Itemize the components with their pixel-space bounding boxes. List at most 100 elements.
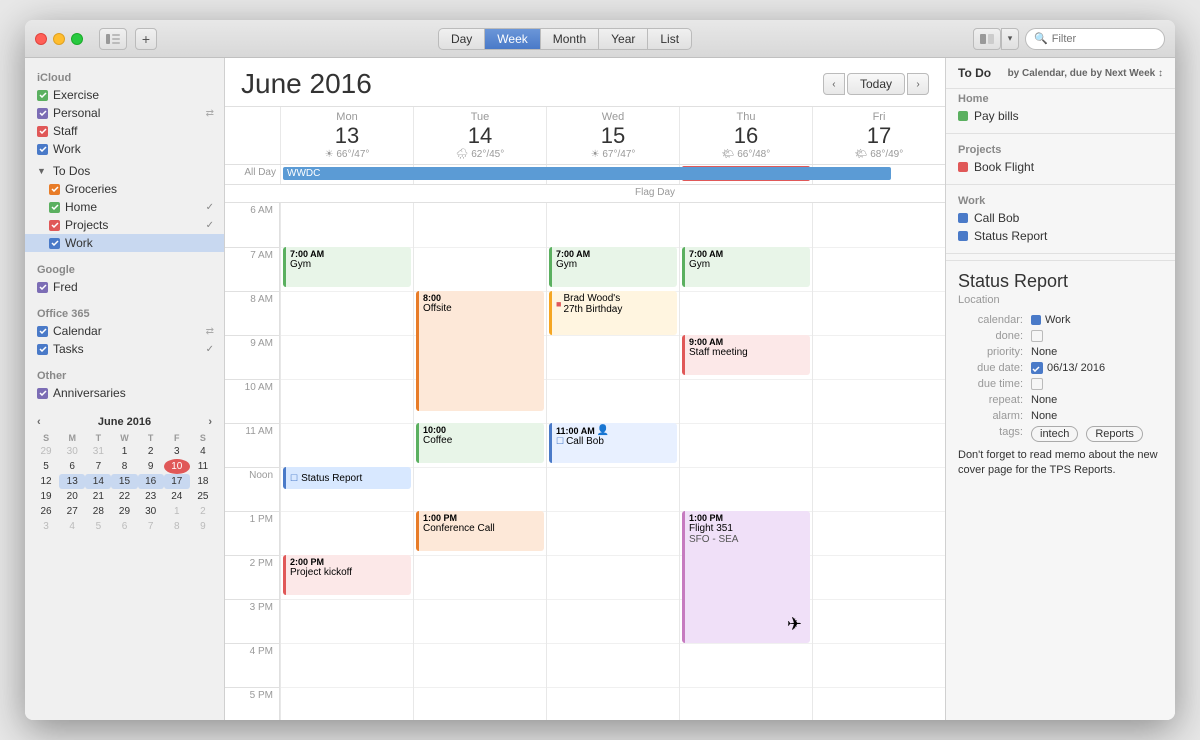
mini-cal-day[interactable]: 25	[190, 489, 216, 504]
wed-slot-noon[interactable]	[547, 467, 679, 511]
wed-slot-3pm[interactable]	[547, 599, 679, 643]
thu-staff-meeting-event[interactable]: 9:00 AM Staff meeting	[682, 335, 810, 375]
thu-slot-10am[interactable]	[680, 379, 812, 423]
sidebar-item-personal[interactable]: Personal ⇄	[25, 104, 224, 122]
sidebar-item-fred[interactable]: Fred	[25, 278, 224, 296]
dropdown-button[interactable]: ▾	[1001, 28, 1019, 50]
month-view-button[interactable]: Month	[541, 29, 599, 49]
mini-cal-day[interactable]: 17	[164, 474, 190, 489]
sidebar-item-work-icloud[interactable]: Work	[25, 140, 224, 158]
mini-cal-day[interactable]: 1	[164, 504, 190, 519]
todo-item-status-report[interactable]: Status Report	[958, 227, 1163, 245]
mini-cal-next-button[interactable]: ›	[204, 416, 216, 428]
filter-box[interactable]: 🔍	[1025, 28, 1165, 50]
thu-slot-8am[interactable]	[680, 291, 812, 335]
mon-slot-11am[interactable]	[281, 423, 413, 467]
split-view-button[interactable]	[973, 28, 1001, 50]
mini-cal-day[interactable]: 5	[33, 459, 59, 474]
mini-cal-day[interactable]: 30	[138, 504, 164, 519]
detail-done-value[interactable]	[1031, 330, 1043, 342]
maximize-button[interactable]	[71, 33, 83, 45]
mon-slot-10am[interactable]	[281, 379, 413, 423]
projects-checkbox[interactable]	[49, 220, 60, 231]
tue-conference-call-event[interactable]: 1:00 PM Conference Call	[416, 511, 544, 551]
mini-cal-day[interactable]: 5	[85, 519, 111, 534]
todo-item-pay-bills[interactable]: Pay bills	[958, 107, 1163, 125]
mini-cal-day[interactable]: 7	[138, 519, 164, 534]
list-view-button[interactable]: List	[648, 29, 691, 49]
groceries-checkbox[interactable]	[49, 184, 60, 195]
mini-cal-day[interactable]: 28	[85, 504, 111, 519]
work-todo-checkbox[interactable]	[49, 238, 60, 249]
mon-slot-3pm[interactable]	[281, 599, 413, 643]
mini-cal-day[interactable]: 3	[164, 444, 190, 459]
mini-cal-day[interactable]: 14	[85, 474, 111, 489]
tue-slot-4pm[interactable]	[414, 643, 546, 687]
thu-slot-6am[interactable]	[680, 203, 812, 247]
tue-slot-7am[interactable]	[414, 247, 546, 291]
personal-checkbox[interactable]	[37, 108, 48, 119]
mon-project-kickoff-event[interactable]: 2:00 PM Project kickoff	[283, 555, 411, 595]
mini-cal-day[interactable]: 2	[190, 504, 216, 519]
tue-slot-3pm[interactable]	[414, 599, 546, 643]
mini-cal-day[interactable]: 19	[33, 489, 59, 504]
tue-coffee-event[interactable]: 10:00 Coffee	[416, 423, 544, 463]
mon-slot-8am[interactable]	[281, 291, 413, 335]
thu-gym-event[interactable]: 7:00 AM Gym	[682, 247, 810, 287]
sidebar-item-groceries[interactable]: Groceries	[25, 180, 224, 198]
mini-cal-day[interactable]: 4	[190, 444, 216, 459]
fri-slot-5pm[interactable]	[813, 687, 945, 720]
year-view-button[interactable]: Year	[599, 29, 648, 49]
fri-slot-10am[interactable]	[813, 379, 945, 423]
calendar-o365-checkbox[interactable]	[37, 326, 48, 337]
wed-slot-6am[interactable]	[547, 203, 679, 247]
due-time-checkbox[interactable]	[1031, 378, 1043, 390]
fri-slot-7am[interactable]	[813, 247, 945, 291]
add-event-button[interactable]: +	[135, 28, 157, 50]
tue-slot-noon[interactable]	[414, 467, 546, 511]
fri-slot-noon[interactable]	[813, 467, 945, 511]
fri-slot-6am[interactable]	[813, 203, 945, 247]
day-view-button[interactable]: Day	[439, 29, 485, 49]
thu-slot-4pm[interactable]	[680, 643, 812, 687]
wed-slot-1pm[interactable]	[547, 511, 679, 555]
mon-slot-1pm[interactable]	[281, 511, 413, 555]
todos-disclosure[interactable]: ▼ To Dos	[25, 162, 224, 180]
mon-slot-6am[interactable]	[281, 203, 413, 247]
sidebar-item-home[interactable]: Home ✓	[25, 198, 224, 216]
mini-cal-day[interactable]: 7	[85, 459, 111, 474]
todo-item-call-bob[interactable]: Call Bob	[958, 209, 1163, 227]
wed-slot-10am[interactable]	[547, 379, 679, 423]
mini-cal-day[interactable]: 26	[33, 504, 59, 519]
minimize-button[interactable]	[53, 33, 65, 45]
mini-cal-day[interactable]: 8	[111, 459, 137, 474]
mon-slot-4pm[interactable]	[281, 643, 413, 687]
thu-slot-noon[interactable]	[680, 467, 812, 511]
tue-slot-5pm[interactable]	[414, 687, 546, 720]
mini-cal-day[interactable]: 4	[59, 519, 85, 534]
close-button[interactable]	[35, 33, 47, 45]
anniversaries-checkbox[interactable]	[37, 388, 48, 399]
wwdc-event[interactable]: WWDC	[283, 167, 891, 180]
sidebar-item-work-todo[interactable]: Work	[25, 234, 224, 252]
mini-cal-day[interactable]: 9	[190, 519, 216, 534]
staff-checkbox[interactable]	[37, 126, 48, 137]
wed-slot-9am[interactable]	[547, 335, 679, 379]
sidebar-item-calendar-o365[interactable]: Calendar ⇄	[25, 322, 224, 340]
tue-offsite-event[interactable]: 8:00 Offsite	[416, 291, 544, 411]
exercise-checkbox[interactable]	[37, 90, 48, 101]
fri-slot-3pm[interactable]	[813, 599, 945, 643]
home-checkbox[interactable]	[49, 202, 60, 213]
fri-slot-9am[interactable]	[813, 335, 945, 379]
mini-cal-day[interactable]: 6	[59, 459, 85, 474]
mini-cal-day[interactable]: 12	[33, 474, 59, 489]
due-date-checkbox[interactable]	[1031, 362, 1043, 374]
fri-slot-11am[interactable]	[813, 423, 945, 467]
mini-cal-day[interactable]: 13	[59, 474, 85, 489]
mini-cal-day[interactable]: 15	[111, 474, 137, 489]
tag-intech[interactable]: intech	[1031, 426, 1078, 442]
mini-cal-day[interactable]: 16	[138, 474, 164, 489]
mini-cal-day[interactable]: 29	[111, 504, 137, 519]
sidebar-item-projects[interactable]: Projects ✓	[25, 216, 224, 234]
fri-slot-2pm[interactable]	[813, 555, 945, 599]
